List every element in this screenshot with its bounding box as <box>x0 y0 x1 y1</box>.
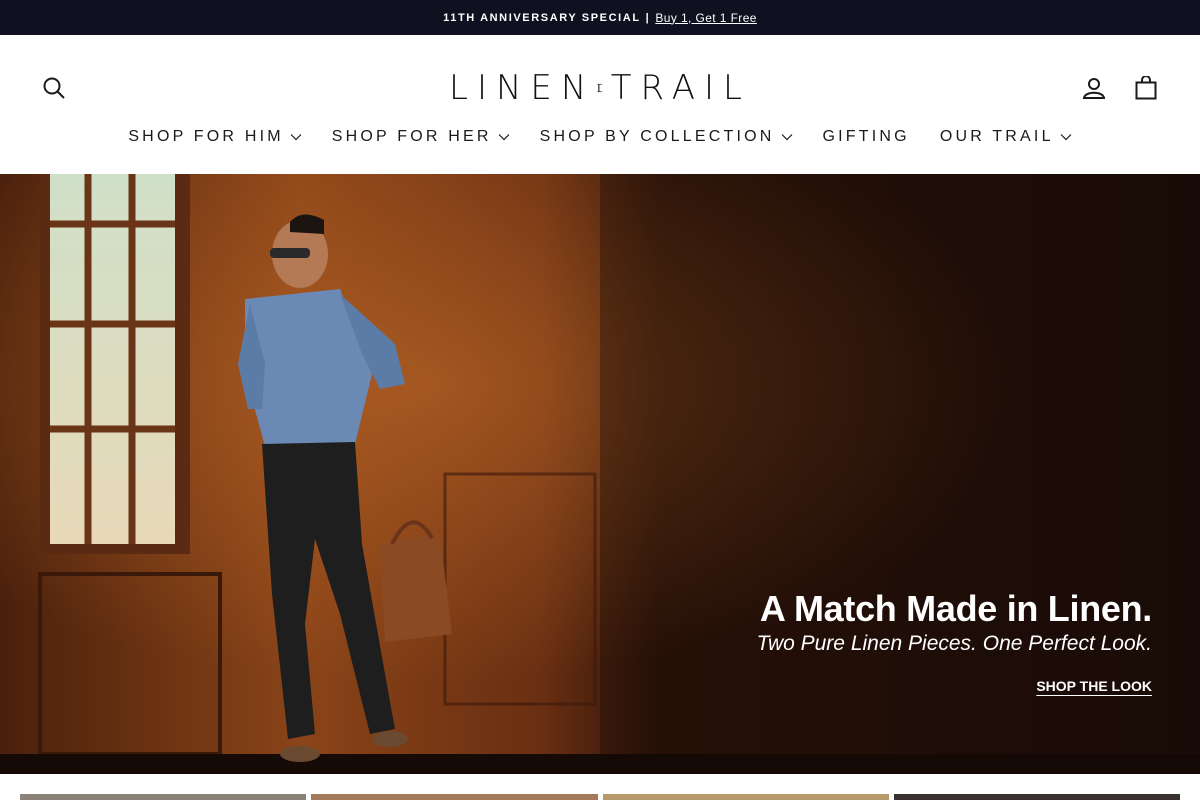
nav-our-trail[interactable]: OUR TRAIL <box>925 128 1087 146</box>
collection-tile[interactable] <box>602 794 889 800</box>
announcement-label: 11TH ANNIVERSARY SPECIAL <box>443 11 641 24</box>
nav-label: SHOP FOR HIM <box>128 128 284 145</box>
collection-tile[interactable] <box>893 794 1180 800</box>
chevron-down-icon <box>781 134 792 141</box>
shop-the-look-link[interactable]: SHOP THE LOOK <box>1036 678 1152 694</box>
nav-label: OUR TRAIL <box>939 128 1054 145</box>
nav-label: SHOP BY COLLECTION <box>539 128 775 145</box>
account-icon <box>1082 78 1106 99</box>
search-button[interactable] <box>40 74 68 102</box>
hero-title: A Match Made in Linen. <box>759 588 1152 629</box>
chevron-down-icon <box>498 134 510 141</box>
nav-shop-by-collection[interactable]: SHOP BY COLLECTION <box>525 128 808 146</box>
chevron-down-icon <box>290 134 302 141</box>
hero-image <box>0 174 1200 774</box>
brand-logo[interactable]: LINEN TRAIL <box>449 65 751 111</box>
cart-button[interactable] <box>1132 74 1160 102</box>
nav-shop-for-him[interactable]: SHOP FOR HIM <box>113 128 316 146</box>
collection-tile[interactable] <box>311 794 598 800</box>
hero-banner[interactable]: A Match Made in Linen. Two Pure Linen Pi… <box>0 174 1200 774</box>
nav-shop-for-her[interactable]: SHOP FOR HER <box>317 128 525 146</box>
account-button[interactable] <box>1080 74 1108 102</box>
brand-logo-left: LINEN <box>449 68 596 108</box>
announcement-link[interactable]: Buy 1, Get 1 Free <box>655 11 757 25</box>
collection-tile[interactable] <box>20 794 307 800</box>
brand-monogram-icon <box>597 83 603 93</box>
nav-gifting[interactable]: GIFTING <box>808 128 925 146</box>
nav-label: GIFTING <box>822 128 910 145</box>
site-header: LINEN TRAIL SHOP FOR HIM SHOP FOR HER SH… <box>0 35 1200 174</box>
search-icon <box>43 77 65 99</box>
announcement-bar: 11TH ANNIVERSARY SPECIAL | Buy 1, Get 1 … <box>0 0 1200 35</box>
nav-label: SHOP FOR HER <box>331 128 492 145</box>
hero-subtitle: Two Pure Linen Pieces. One Perfect Look. <box>756 632 1152 655</box>
collection-tiles <box>20 794 1180 800</box>
announcement-separator: | <box>645 11 651 24</box>
brand-logo-right: TRAIL <box>610 68 751 108</box>
main-nav: SHOP FOR HIM SHOP FOR HER SHOP BY COLLEC… <box>0 125 1200 149</box>
chevron-down-icon <box>1060 134 1072 141</box>
shopping-bag-icon <box>1135 76 1157 100</box>
